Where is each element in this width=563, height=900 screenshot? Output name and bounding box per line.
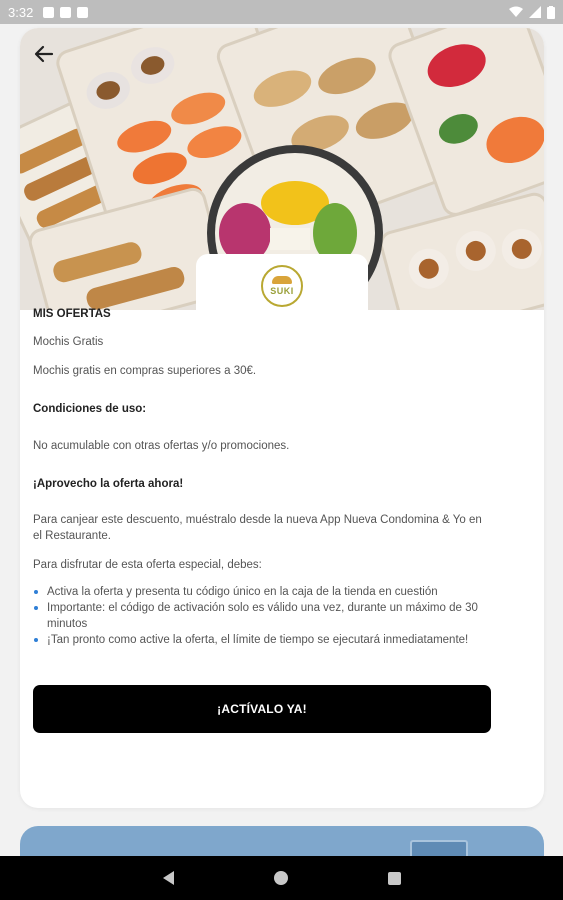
list-item: Activa la oferta y presenta tu código ún… bbox=[33, 584, 493, 600]
logo-hat-icon bbox=[272, 276, 292, 284]
list-item: Importante: el código de activación solo… bbox=[33, 600, 493, 632]
enjoy-intro: Para disfrutar de esta oferta especial, … bbox=[33, 559, 262, 571]
back-button[interactable] bbox=[28, 38, 60, 70]
brand-logo: SUKI bbox=[261, 265, 303, 307]
signal-icon bbox=[529, 6, 541, 18]
logo-text: SUKI bbox=[270, 286, 294, 296]
cta-heading: ¡Aprovecho la oferta ahora! bbox=[33, 478, 184, 490]
notification-doc-icon bbox=[77, 6, 89, 18]
section-title: MIS OFERTAS bbox=[33, 308, 111, 320]
arrow-left-icon bbox=[34, 45, 54, 63]
conditions-text: No acumulable con otras ofertas y/o prom… bbox=[33, 440, 290, 452]
circle-home-icon[interactable] bbox=[273, 871, 288, 885]
redeem-text: Para canjear este descuento, muéstralo d… bbox=[33, 514, 482, 542]
list-item: ¡Tan pronto como active la oferta, el lí… bbox=[33, 632, 493, 648]
hero-image: SUKI bbox=[20, 28, 544, 310]
brand-logo-tab: SUKI bbox=[196, 254, 368, 310]
conditions-title: Condiciones de uso: bbox=[33, 403, 147, 415]
offer-description: Mochis gratis en compras superiores a 30… bbox=[33, 365, 257, 377]
offer-name: Mochis Gratis bbox=[33, 336, 104, 348]
wifi-icon bbox=[509, 6, 523, 17]
battery-icon bbox=[547, 5, 555, 19]
activate-offer-button[interactable]: ¡ACTÍVALO YA! bbox=[33, 685, 491, 733]
notification-f-icon bbox=[60, 6, 72, 18]
square-recent-icon[interactable] bbox=[387, 871, 401, 885]
system-icons bbox=[509, 5, 555, 19]
triangle-back-icon[interactable] bbox=[162, 871, 174, 885]
status-time: 3:32 bbox=[8, 4, 34, 20]
notification-a-icon bbox=[43, 6, 55, 18]
android-nav-bar bbox=[0, 856, 563, 900]
requirements-list: Activa la oferta y presenta tu código ún… bbox=[33, 584, 493, 648]
notification-icons bbox=[43, 6, 89, 18]
status-bar: 3:32 bbox=[0, 0, 563, 24]
